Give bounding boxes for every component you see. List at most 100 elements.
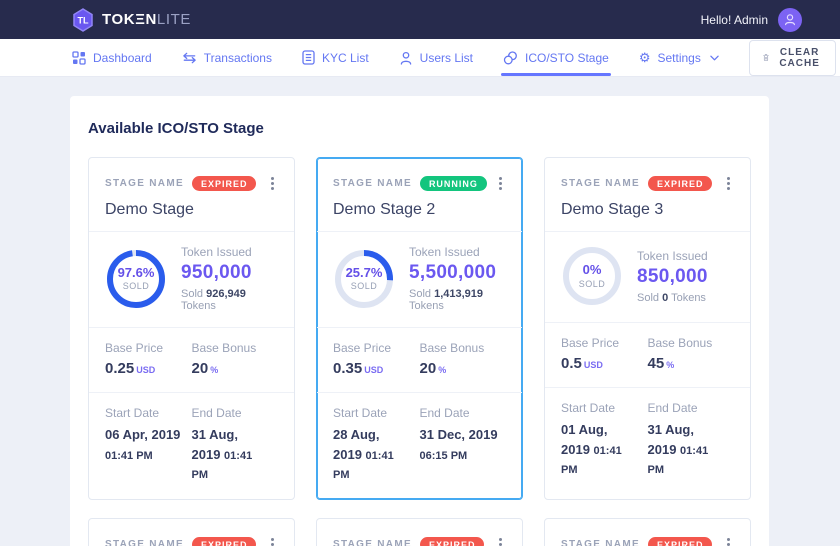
base-price-number: 0.5 (561, 355, 582, 372)
clear-cache-button[interactable]: CLEAR CACHE (749, 40, 837, 76)
base-price-label: Base Price (333, 341, 420, 355)
sold-tokens-line: Sold 1,413,919 Tokens (409, 288, 506, 312)
end-date-block: End Date 31 Aug, 2019 01:41 PM (648, 401, 735, 479)
start-date-block: Start Date 06 Apr, 2019 01:41 PM (105, 406, 192, 484)
start-date-label: Start Date (105, 406, 192, 420)
nav-item-transactions[interactable]: Transactions (182, 39, 272, 76)
end-date-value: 31 Aug, 2019 01:41 PM (192, 425, 279, 484)
kebab-menu-icon[interactable] (723, 173, 734, 194)
stage-dates-section: Start Date 28 Aug, 2019 01:41 PM End Dat… (317, 392, 522, 499)
sold-prefix: Sold (181, 288, 203, 300)
token-issued-value: 950,000 (181, 262, 278, 284)
nav-item-kyc-list[interactable]: KYC List (302, 39, 369, 76)
stage-card-header: STAGE NAME EXPIRED Demo Stage 3 (545, 158, 750, 231)
token-issued-block: Token Issued 950,000 Sold 926,949 Tokens (181, 245, 278, 312)
stage-card: STAGE NAME EXPIRED Demo Stage 6 0% SOLD … (544, 518, 751, 546)
stage-progress-section: 97.6% SOLD Token Issued 950,000 Sold 926… (89, 231, 294, 327)
base-price-value: 0.5USD (561, 355, 648, 372)
base-bonus-label: Base Bonus (192, 341, 279, 355)
base-price-number: 0.25 (105, 360, 134, 377)
base-bonus-number: 20 (420, 360, 437, 377)
content-area: Available ICO/STO Stage STAGE NAME EXPIR… (0, 77, 840, 546)
base-bonus-number: 20 (192, 360, 209, 377)
percent-unit: % (210, 365, 218, 375)
stage-name-label: STAGE NAME (105, 178, 184, 189)
start-time-text: 01:41 PM (105, 450, 153, 462)
topbar: TL TOKΞNLITE Hello! Admin (0, 0, 840, 39)
kebab-menu-icon[interactable] (267, 534, 278, 546)
nav-label-transactions: Transactions (204, 51, 272, 65)
nav-item-dashboard[interactable]: Dashboard (72, 39, 152, 76)
base-price-block: Base Price 0.25USD (105, 341, 192, 377)
status-badge: RUNNING (420, 176, 487, 191)
token-issued-label: Token Issued (409, 245, 506, 259)
stage-name-label: STAGE NAME (333, 178, 412, 189)
start-date-value: 06 Apr, 2019 01:41 PM (105, 425, 192, 464)
user-icon (399, 51, 413, 65)
base-bonus-block: Base Bonus 45% (648, 336, 735, 372)
base-price-value: 0.35USD (333, 360, 420, 377)
sold-caps-label: SOLD (351, 281, 378, 292)
stage-progress-section: 0% SOLD Token Issued 850,000 Sold 0 Toke… (545, 231, 750, 322)
percent-unit: % (438, 365, 446, 375)
status-badge: EXPIRED (420, 537, 485, 546)
brand-name: TOKΞNLITE (102, 11, 191, 28)
nav-label-ico-sto-stage-active: ICO/STO Stage (525, 51, 609, 65)
end-date-text: 31 Dec, 2019 (420, 427, 498, 442)
page-title: Available ICO/STO Stage (88, 120, 751, 137)
svg-text:TL: TL (78, 15, 89, 25)
tokens-suffix: Tokens (409, 300, 444, 312)
stage-name-label: STAGE NAME (561, 178, 640, 189)
end-date-label: End Date (648, 401, 735, 415)
start-date-text: 06 Apr, 2019 (105, 427, 180, 442)
start-date-value: 28 Aug, 2019 01:41 PM (333, 425, 420, 484)
end-time-text: 06:15 PM (420, 450, 468, 462)
stages-panel: Available ICO/STO Stage STAGE NAME EXPIR… (70, 96, 769, 546)
stage-card-header: STAGE NAME EXPIRED Demo Stage 6 (545, 519, 750, 546)
start-date-block: Start Date 01 Aug, 2019 01:41 PM (561, 401, 648, 479)
token-issued-label: Token Issued (181, 245, 278, 259)
brand-logo[interactable]: TL TOKΞNLITE (72, 8, 191, 32)
sold-percent-value: 97.6% (118, 265, 155, 281)
nav-label-settings: Settings (657, 51, 700, 65)
stage-price-section: Base Price 0.5USD Base Bonus 45% (545, 322, 750, 387)
sold-tokens-value: 1,413,919 (434, 288, 483, 300)
nav-label-ico-sto-stage: Users List (420, 51, 473, 65)
token-issued-value: 5,500,000 (409, 262, 506, 284)
kebab-menu-icon[interactable] (267, 173, 278, 194)
status-badge: EXPIRED (192, 537, 257, 546)
trash-icon (763, 51, 769, 64)
stage-card: STAGE NAME EXPIRED Demo Stage 4 0% SOLD … (88, 518, 295, 546)
sold-prefix: Sold (637, 292, 659, 304)
nav-item-ico-sto-stage[interactable]: ICO/STO Stage (503, 39, 609, 76)
usd-unit: USD (584, 360, 603, 370)
person-icon (782, 12, 798, 28)
list-icon (302, 50, 315, 65)
kebab-menu-icon[interactable] (495, 534, 506, 546)
sold-prefix: Sold (409, 288, 431, 300)
sold-progress-ring: 97.6% SOLD (105, 248, 167, 310)
stage-title: Demo Stage 3 (561, 201, 734, 219)
brand-name-bold: TOKΞN (102, 11, 157, 28)
token-issued-label: Token Issued (637, 249, 708, 263)
stage-dates-section: Start Date 01 Aug, 2019 01:41 PM End Dat… (545, 387, 750, 494)
stage-card: STAGE NAME EXPIRED Demo Stage 3 0% SOLD … (544, 157, 751, 500)
status-badge: EXPIRED (648, 537, 713, 546)
stage-card-header: STAGE NAME EXPIRED Demo Stage 5 (317, 519, 522, 546)
end-date-label: End Date (420, 406, 507, 420)
kebab-menu-icon[interactable] (495, 173, 506, 194)
tokenlite-logo-icon: TL (72, 8, 94, 32)
kebab-menu-icon[interactable] (723, 534, 734, 546)
stage-title: Demo Stage (105, 201, 278, 219)
base-bonus-value: 20% (420, 360, 507, 377)
token-issued-block: Token Issued 850,000 Sold 0 Tokens (637, 249, 708, 304)
nav-label-kyc-list: KYC List (322, 51, 369, 65)
nav-item-settings[interactable]: ⚙ Settings (639, 39, 719, 76)
end-date-value: 31 Dec, 2019 06:15 PM (420, 425, 507, 464)
nav-item-users-list[interactable]: Users List (399, 39, 473, 76)
coins-icon (503, 51, 518, 65)
stage-name-label: STAGE NAME (333, 539, 412, 546)
stage-card-header: STAGE NAME EXPIRED Demo Stage (89, 158, 294, 231)
stage-card-header: STAGE NAME RUNNING Demo Stage 2 (317, 158, 522, 231)
user-avatar[interactable] (778, 8, 802, 32)
